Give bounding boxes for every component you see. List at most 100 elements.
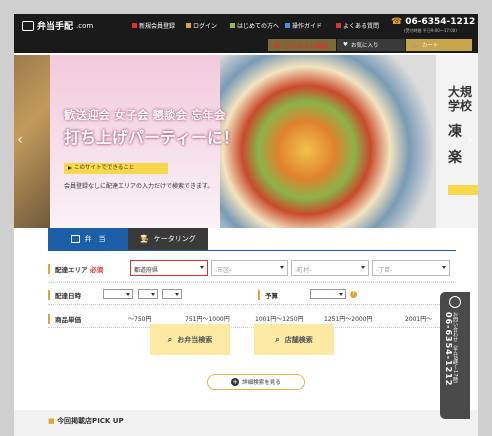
price-option[interactable]: 2001円〜 [405, 314, 432, 323]
shop-icon: ■ [48, 417, 55, 425]
prefecture-value: 都道府県 [134, 267, 159, 274]
budget-label: 予算 [258, 290, 278, 300]
price-label: 商品単価 [48, 314, 81, 324]
phone-icon [449, 296, 461, 308]
date-year-select[interactable] [103, 289, 133, 299]
header-phone[interactable]: ☎ 06-6354-1212 [391, 17, 475, 27]
nav-guide[interactable]: 操作ガイド [285, 21, 322, 30]
key-icon [186, 23, 191, 28]
help-icon[interactable]: ? [350, 291, 357, 298]
area-label: 配達エリア [48, 264, 88, 274]
bento-search-button[interactable]: ⌕ お弁当検索 [150, 324, 230, 355]
tab-bento[interactable]: 弁 当 [48, 228, 128, 250]
date-month-select[interactable] [138, 289, 158, 299]
city-select[interactable]: -市区- [211, 260, 288, 276]
detail-search-label: 詳細検索を見る [242, 380, 281, 386]
budget-select[interactable] [310, 289, 346, 299]
hero-tag[interactable]: このサイトでできること [64, 163, 168, 174]
side-contact-tab[interactable]: お問い合わせ（平日9時〜17時） 06-6354-1212 [440, 292, 470, 419]
faq-icon [336, 23, 341, 28]
town-value: -町村- [295, 267, 312, 274]
chevron-down-icon [151, 293, 155, 296]
divider [48, 282, 456, 283]
chef-icon: 👨‍🍳 [140, 235, 149, 243]
favorite-button[interactable]: ♥ お気に入り [337, 39, 405, 51]
guide-icon [285, 23, 290, 28]
hero-slide[interactable]: 歓送迎会 女子会 懇談会 忘年会 打ち上げパーティーに！ このサイトでできること… [50, 55, 436, 228]
tab-catering-label: ケータリング [153, 235, 196, 243]
cart-label: カート [421, 43, 439, 49]
chevron-down-icon [339, 293, 343, 296]
cart-icon: 🛒 [412, 42, 419, 48]
prefecture-select[interactable]: 都道府県 [130, 260, 208, 276]
chevron-down-icon [175, 293, 179, 296]
shop-search-label: 店舗検索 [284, 335, 313, 344]
nav-faq[interactable]: よくある質問 [336, 21, 379, 30]
carousel-prev-arrow[interactable]: ‹ [14, 127, 26, 153]
request-label: リクエスト商品 [283, 42, 329, 50]
price-option[interactable]: 〜750円 [128, 314, 151, 323]
chevron-down-icon [361, 266, 365, 269]
bento-search-label: お弁当検索 [177, 335, 213, 344]
member-icon [132, 23, 137, 28]
bento-box-icon [22, 20, 34, 31]
tab-catering[interactable]: 👨‍🍳 ケータリング [128, 228, 208, 250]
required-badge: 必須 [90, 266, 103, 274]
request-icon: ▣ [274, 41, 281, 49]
search-tabs: 弁 当 👨‍🍳 ケータリング [48, 228, 208, 250]
search-icon: ⌕ [167, 334, 173, 344]
heart-icon: ♥ [343, 42, 348, 48]
nav-beginner-label: はじめての方へ [237, 23, 280, 30]
nav-login-label: ログイン [193, 23, 218, 30]
nav-beginner[interactable]: はじめての方へ [230, 21, 279, 30]
phone-icon: ☎ [391, 17, 403, 27]
divider [48, 304, 456, 305]
food-photo [220, 55, 436, 228]
price-option[interactable]: 1001円〜1250円 [255, 314, 304, 323]
detail-search-button[interactable]: + 詳細検索を見る [207, 374, 305, 390]
request-button[interactable]: ▣ リクエスト商品 [268, 39, 336, 51]
top-header: 弁当手配 .com 新規会員登録 ログイン はじめての方へ 操作ガイド よくある… [14, 14, 478, 36]
site-logo[interactable]: 弁当手配 .com [22, 19, 93, 32]
next-slide-tag [448, 185, 478, 195]
divider [48, 327, 456, 328]
tab-underline [48, 250, 456, 251]
logo-text: 弁当手配 [37, 22, 74, 32]
hero-carousel[interactable]: 歓送迎会 女子会 懇談会 忘年会 打ち上げパーティーに！ このサイトでできること… [14, 55, 478, 228]
nav-guide-label: 操作ガイド [292, 23, 323, 30]
next-slide-text-1b: 学校 [448, 99, 473, 113]
chome-value: -丁目- [376, 267, 393, 274]
hero-title: 打ち上げパーティーに！ [64, 128, 240, 147]
city-value: -市区- [215, 267, 232, 274]
next-slide-text-2: 凍 [448, 124, 462, 140]
chevron-down-icon [126, 293, 130, 296]
plus-icon: + [231, 378, 240, 386]
page-frame: 弁当手配 .com 新規会員登録 ログイン はじめての方へ 操作ガイド よくある… [14, 14, 478, 436]
cart-button[interactable]: 🛒 カート [406, 39, 472, 51]
chevron-down-icon [442, 266, 446, 269]
pickup-label: 今回掲載店PICK UP [57, 417, 124, 425]
nav-login[interactable]: ログイン [186, 21, 217, 30]
price-option[interactable]: 1251円〜2000円 [324, 314, 373, 323]
shop-search-button[interactable]: ⌕ 店舗検索 [254, 324, 334, 355]
hero-description: 会員登録なしに配達エリアの入力だけで検索できます。 [64, 183, 214, 190]
search-icon: ⌕ [275, 334, 280, 344]
nav-register-label: 新規会員登録 [139, 23, 176, 30]
chome-select[interactable]: -丁目- [372, 260, 450, 276]
phone-number: 06-6354-1212 [405, 17, 476, 27]
nav-register[interactable]: 新規会員登録 [132, 21, 175, 30]
beginner-icon [230, 23, 235, 28]
date-day-select[interactable] [162, 289, 182, 299]
price-option[interactable]: 751円〜1000円 [185, 314, 230, 323]
side-contact-label: お問い合わせ（平日9時〜17時） [452, 312, 458, 387]
tab-bento-label: 弁 当 [84, 235, 106, 243]
favorite-label: お気に入り [350, 43, 379, 49]
chevron-down-icon [200, 266, 204, 269]
next-slide-text-3: 楽 [448, 150, 462, 166]
chevron-down-icon [280, 266, 284, 269]
date-label: 配達日時 [48, 290, 81, 300]
carousel-next-arrow[interactable]: › [464, 127, 476, 153]
town-select[interactable]: -町村- [291, 260, 369, 276]
sub-header: ▣ リクエスト商品 ♥ お気に入り 🛒 カート [14, 36, 478, 53]
pickup-title: ■ 今回掲載店PICK UP [48, 416, 124, 426]
